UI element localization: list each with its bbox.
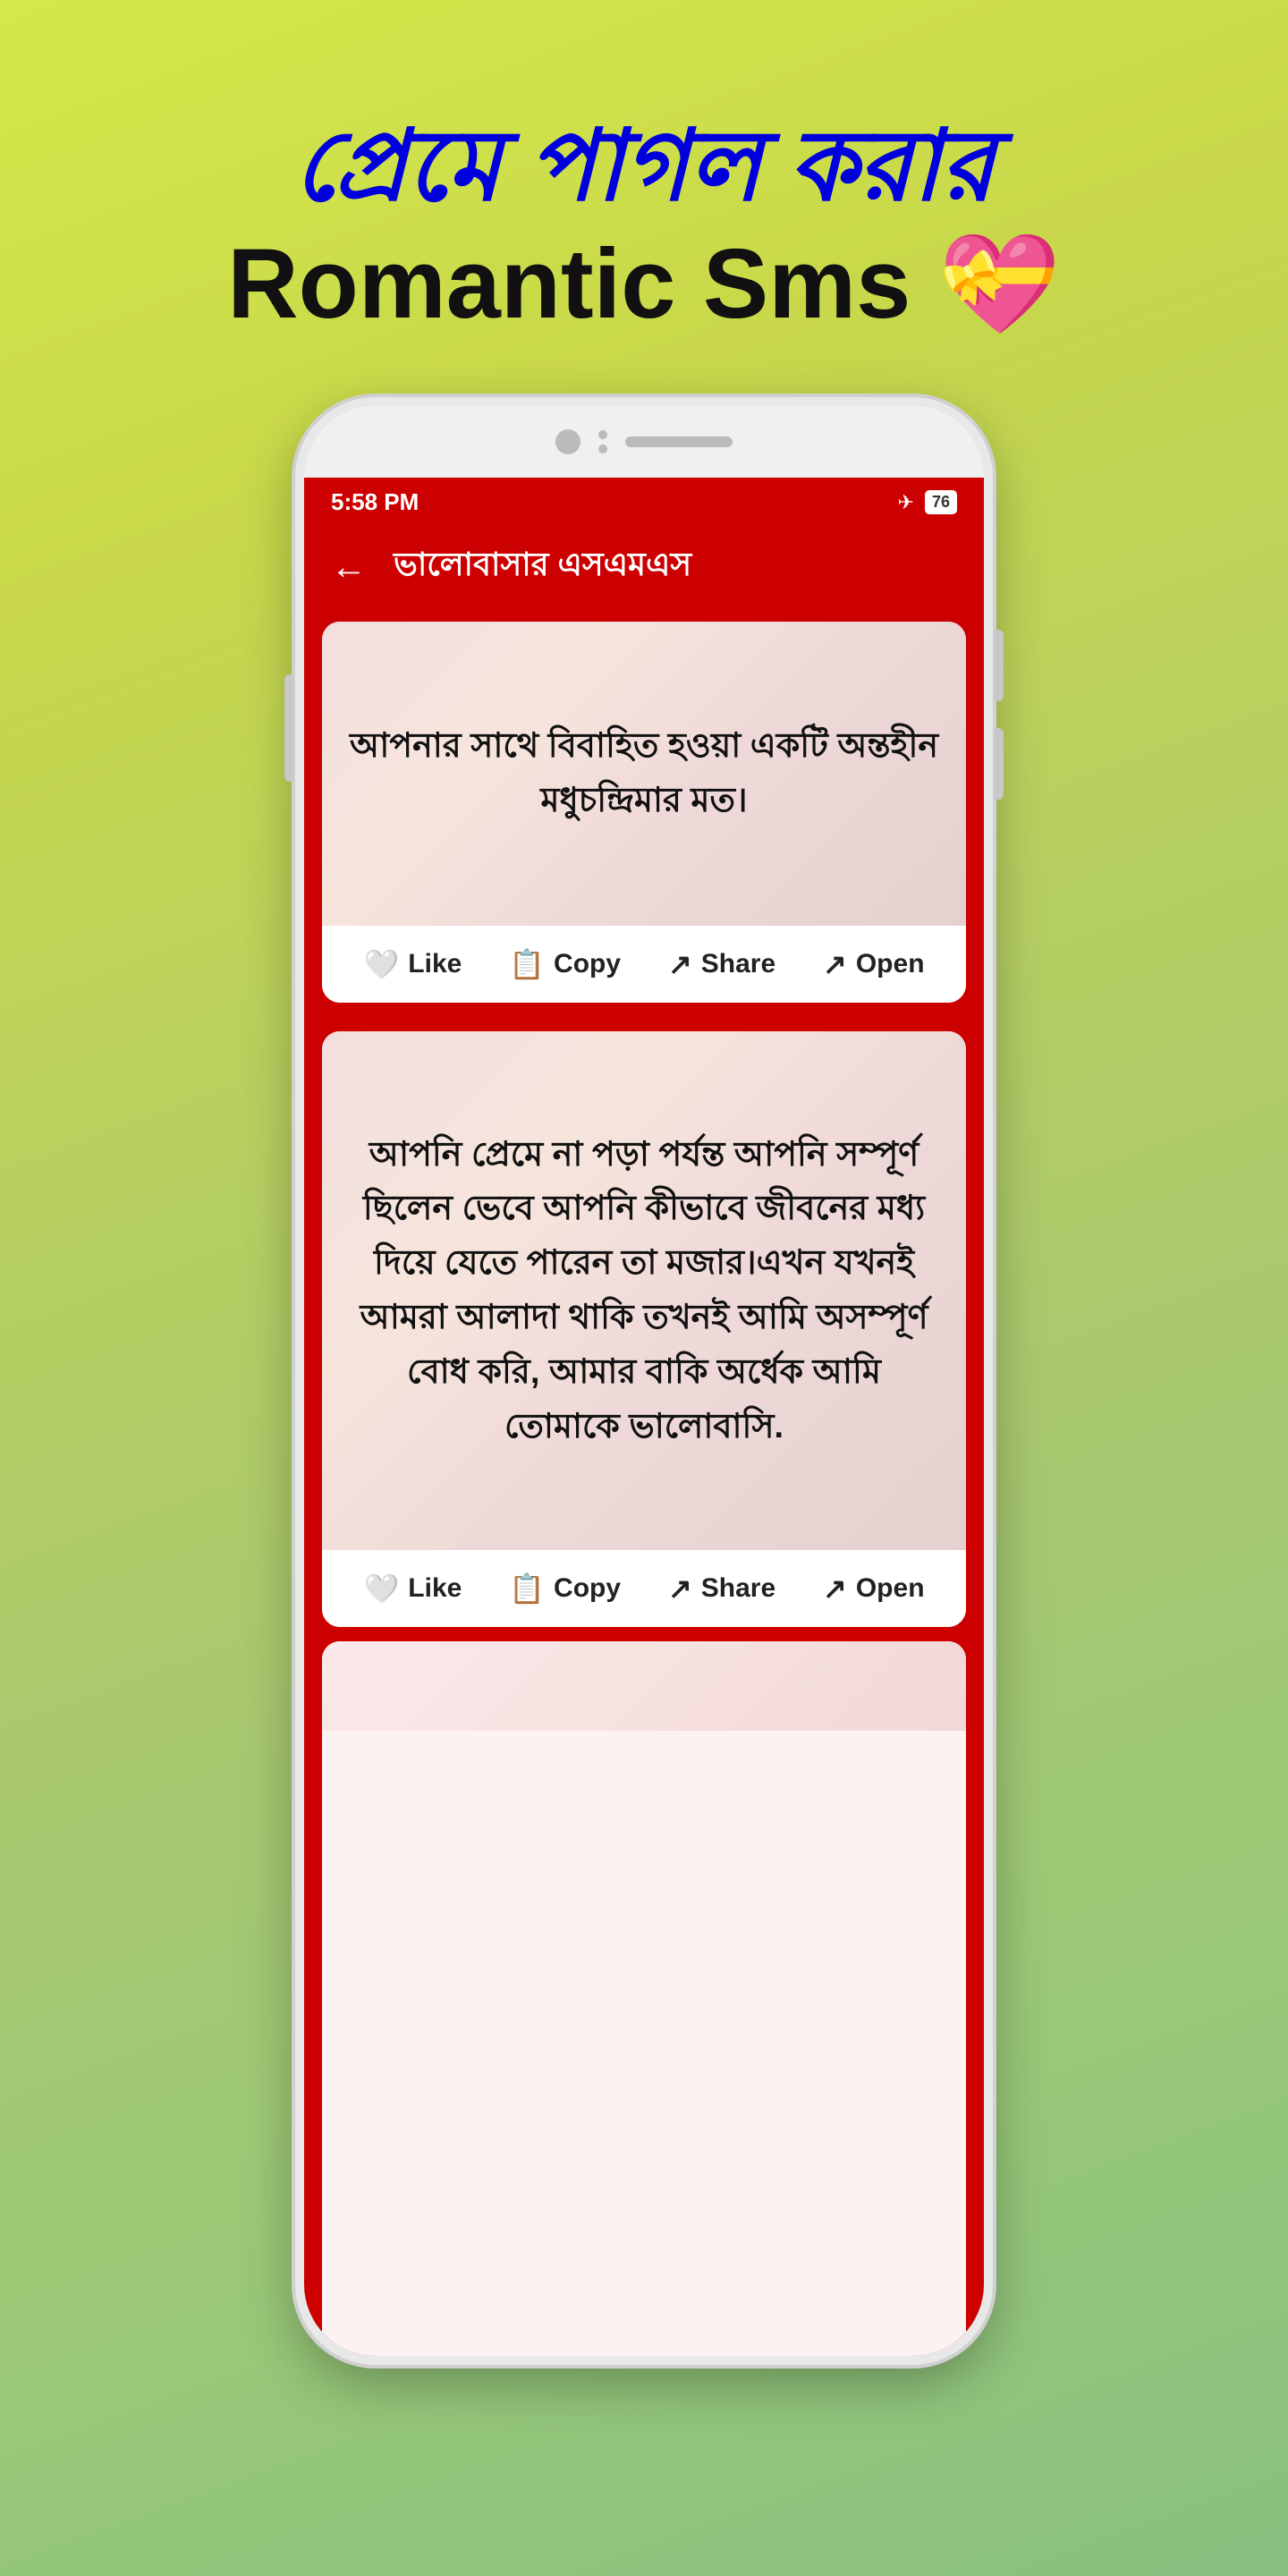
status-bar: 5:58 PM ✈ 76 [304,478,984,527]
card-1-text: আপনার সাথে বিবাহিত হওয়া একটি অন্তহীন মধ… [349,719,939,828]
app-toolbar: ← ভালোবাসার এসএমএস [304,527,984,607]
share-icon-2: ↗ [668,1572,692,1606]
card-1-like-button[interactable]: 🤍 Like [363,947,462,981]
card-3-background [322,1641,966,1731]
like-label-2: Like [408,1573,462,1604]
copy-icon: 📋 [509,947,545,981]
battery-indicator: 76 [925,490,957,514]
sensors [598,430,607,453]
status-icons: ✈ 76 [898,490,957,514]
phone-mockup: 5:58 PM ✈ 76 ← ভালোবাসার এসএমএস আপনার সা… [277,397,1011,2576]
share-label-2: Share [701,1573,775,1604]
airplane-mode-icon: ✈ [898,491,914,514]
back-button[interactable]: ← [331,547,367,588]
volume-down-button[interactable] [995,728,1004,800]
sms-card-3-partial [322,1641,966,2356]
card-1-open-button[interactable]: ↗ Open [823,947,924,981]
copy-label-2: Copy [554,1573,621,1604]
copy-icon-2: 📋 [509,1572,545,1606]
phone-notch [304,406,984,478]
toolbar-title: ভালোবাসার এসএমএস [394,540,691,594]
open-label-2: Open [856,1573,925,1604]
english-title: Romantic Sms 💝 [227,225,1061,343]
card-2-background: আপনি প্রেমে না পড়া পর্যন্ত আপনি সম্পূর্… [322,1031,966,1550]
open-label: Open [856,949,925,979]
volume-up-button[interactable] [995,630,1004,701]
like-icon: 🤍 [363,947,399,981]
card-1-share-button[interactable]: ↗ Share [668,947,775,981]
page-header: প্রেমে পাগল করার Romantic Sms 💝 [227,107,1061,343]
share-icon: ↗ [668,947,692,981]
open-icon: ↗ [823,947,847,981]
card-1-copy-button[interactable]: 📋 Copy [509,947,621,981]
bengali-title: প্রেমে পাগল করার [227,107,1061,225]
sms-card-1: আপনার সাথে বিবাহিত হওয়া একটি অন্তহীন মধ… [322,622,966,1003]
power-button[interactable] [284,674,293,782]
card-2-like-button[interactable]: 🤍 Like [363,1572,462,1606]
phone-screen: 5:58 PM ✈ 76 ← ভালোবাসার এসএমএস আপনার সা… [304,406,984,2356]
phone-outer-shell: 5:58 PM ✈ 76 ← ভালোবাসার এসএমএস আপনার সা… [295,397,993,2365]
like-label: Like [408,949,462,979]
status-time: 5:58 PM [331,488,419,516]
sms-card-2: আপনি প্রেমে না পড়া পর্যন্ত আপনি সম্পূর্… [322,1031,966,1627]
open-icon-2: ↗ [823,1572,847,1606]
sensor-dot-1 [598,430,607,439]
card-2-open-button[interactable]: ↗ Open [823,1572,924,1606]
card-2-share-button[interactable]: ↗ Share [668,1572,775,1606]
camera-icon [555,429,580,454]
speaker-grille [625,436,733,447]
copy-label: Copy [554,949,621,979]
content-area: আপনার সাথে বিবাহিত হওয়া একটি অন্তহীন মধ… [304,607,984,2356]
card-2-text: আপনি প্রেমে না পড়া পর্যন্ত আপনি সম্পূর্… [349,1128,939,1454]
sensor-dot-2 [598,445,607,453]
card-2-copy-button[interactable]: 📋 Copy [509,1572,621,1606]
like-icon-2: 🤍 [363,1572,399,1606]
card-2-actions: 🤍 Like 📋 Copy ↗ Share ↗ [322,1550,966,1627]
card-1-background: আপনার সাথে বিবাহিত হওয়া একটি অন্তহীন মধ… [322,622,966,926]
card-1-actions: 🤍 Like 📋 Copy ↗ Share ↗ [322,926,966,1003]
share-label: Share [701,949,775,979]
